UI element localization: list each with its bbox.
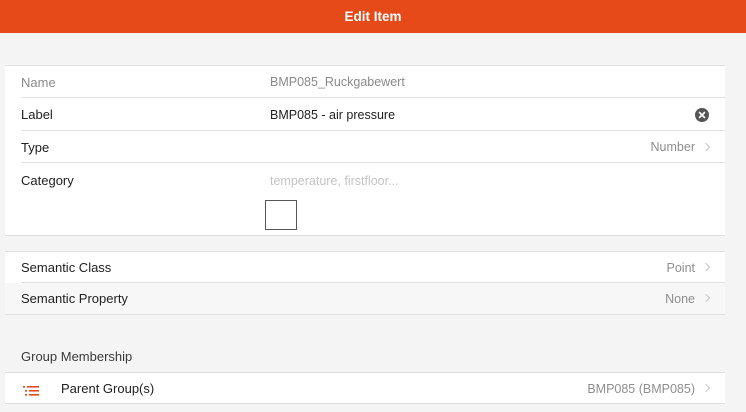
navbar: Edit Item <box>0 0 746 33</box>
list-icon <box>23 384 39 399</box>
semantic-class-value-text: Point <box>666 260 696 275</box>
name-row: Name BMP085_Ruckgabewert <box>5 66 725 98</box>
type-value[interactable]: Number <box>650 140 711 154</box>
group-membership-card: Parent Group(s) BMP085 (BMP085) <box>5 372 725 404</box>
group-membership-title: Group Membership <box>21 349 133 364</box>
semantic-property-value-text: None <box>665 291 695 306</box>
parent-groups-value-text: BMP085 (BMP085) <box>587 381 695 396</box>
item-details-card: Name BMP085_Ruckgabewert Label BMP085 - … <box>5 65 725 236</box>
category-label: Category <box>21 173 74 188</box>
parent-groups-row[interactable]: Parent Group(s) BMP085 (BMP085) <box>5 373 725 404</box>
name-label: Name <box>21 74 56 90</box>
semantics-card: Semantic Class Point Semantic Property N… <box>5 251 725 315</box>
type-row[interactable]: Type Number <box>5 131 725 163</box>
label-label: Label <box>21 107 53 122</box>
category-icon-preview[interactable] <box>265 200 297 230</box>
chevron-right-icon <box>701 262 711 272</box>
semantic-class-value[interactable]: Point <box>666 260 711 275</box>
chevron-right-icon <box>701 383 711 393</box>
parent-groups-label: Parent Group(s) <box>61 381 155 396</box>
close-circle-icon[interactable] <box>695 107 709 122</box>
parent-groups-value[interactable]: BMP085 (BMP085) <box>587 381 711 396</box>
semantic-class-label: Semantic Class <box>21 260 112 275</box>
semantic-property-value[interactable]: None <box>665 291 711 306</box>
chevron-right-icon <box>701 142 711 151</box>
name-value: BMP085_Ruckgabewert <box>270 75 405 89</box>
chevron-right-icon <box>701 293 711 303</box>
semantic-class-row[interactable]: Semantic Class Point <box>5 252 725 283</box>
label-row[interactable]: Label BMP085 - air pressure <box>5 98 725 131</box>
type-value-text: Number <box>650 140 695 154</box>
page-title: Edit Item <box>344 9 402 24</box>
category-input[interactable]: temperature, firstfloor... <box>270 174 399 188</box>
semantic-property-row[interactable]: Semantic Property None <box>5 283 725 314</box>
category-row[interactable]: Category temperature, firstfloor... <box>5 163 725 235</box>
label-input[interactable]: BMP085 - air pressure <box>270 108 395 122</box>
semantic-property-label: Semantic Property <box>21 291 128 306</box>
type-label: Type <box>21 139 50 155</box>
